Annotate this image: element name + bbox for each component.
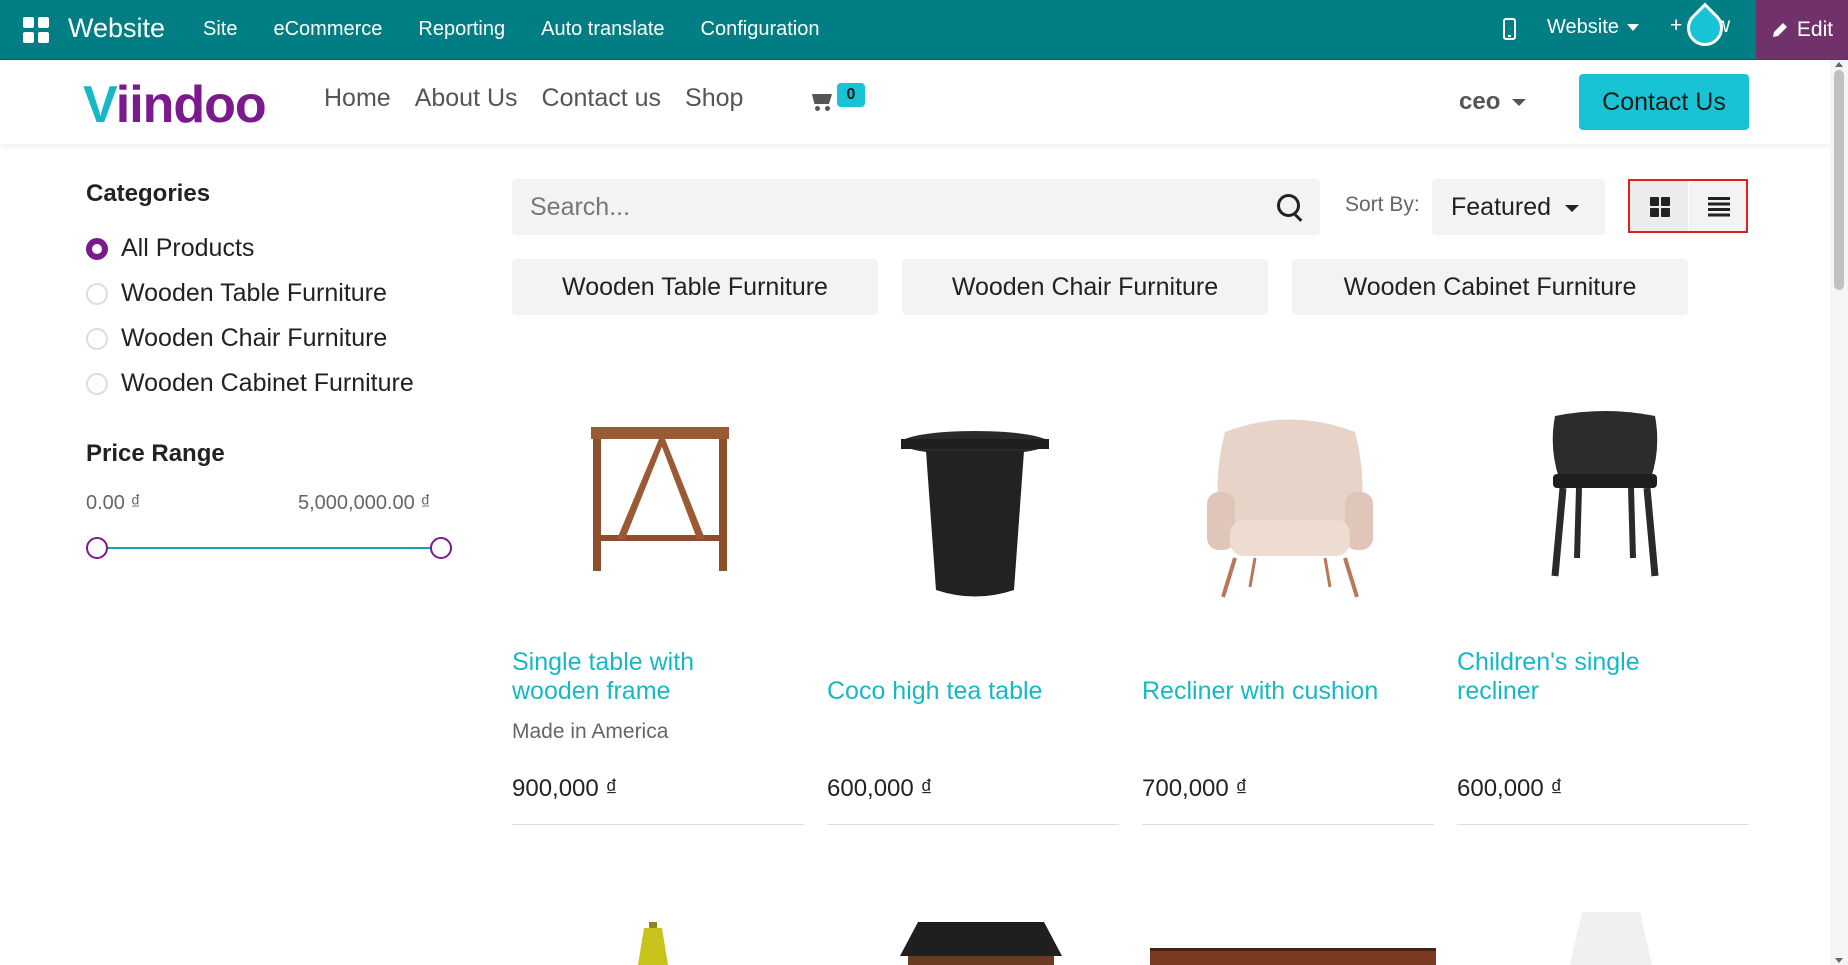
price-range-title: Price Range: [86, 440, 225, 467]
site-header: Viindoo Home About Us Contact us Shop 0 …: [0, 60, 1830, 144]
price-range-track[interactable]: [97, 547, 441, 549]
product-divider: [827, 824, 1119, 825]
sort-dropdown[interactable]: Featured: [1432, 179, 1605, 235]
list-view-button[interactable]: [1688, 181, 1746, 231]
product-image[interactable]: [1535, 408, 1675, 583]
product-image[interactable]: [1150, 948, 1436, 965]
product-image[interactable]: [900, 920, 1062, 965]
website-selector[interactable]: Website: [1547, 16, 1639, 39]
product-name[interactable]: Children's single recliner: [1457, 648, 1687, 706]
edit-button[interactable]: Edit: [1756, 0, 1848, 59]
site-nav: Home About Us Contact us Shop: [312, 84, 755, 113]
menu-item-reporting[interactable]: Reporting: [400, 18, 523, 41]
site-logo[interactable]: Viindoo: [83, 75, 267, 135]
edit-label: Edit: [1796, 17, 1834, 41]
search-input[interactable]: [530, 179, 1230, 235]
product-name[interactable]: Coco high tea table: [827, 677, 1107, 706]
nav-home[interactable]: Home: [312, 84, 403, 113]
contact-us-button[interactable]: Contact Us: [1579, 74, 1749, 130]
user-menu[interactable]: ceo: [1459, 88, 1527, 116]
pencil-icon: [1772, 22, 1787, 37]
caret-down-icon: [1565, 204, 1580, 212]
category-pill[interactable]: Wooden Chair Furniture: [902, 259, 1268, 315]
product-image[interactable]: [1570, 912, 1652, 965]
nav-shop[interactable]: Shop: [673, 84, 755, 113]
page-scrollbar[interactable]: [1830, 60, 1848, 965]
menu-item-ecommerce[interactable]: eCommerce: [255, 18, 400, 41]
product-divider: [1142, 824, 1434, 825]
menu-item-auto-translate[interactable]: Auto translate: [523, 18, 682, 41]
admin-navbar: Website Site eCommerce Reporting Auto tr…: [0, 0, 1848, 60]
product-image[interactable]: [890, 425, 1060, 605]
app-name[interactable]: Website: [68, 13, 165, 44]
apps-menu-icon[interactable]: [23, 17, 49, 43]
price-max: 5,000,000.00 ₫: [298, 492, 431, 514]
list-icon: [1707, 197, 1730, 217]
product-name[interactable]: Single table with wooden frame: [512, 648, 772, 706]
product-image[interactable]: [1195, 412, 1385, 602]
category-pill[interactable]: Wooden Cabinet Furniture: [1292, 259, 1688, 315]
category-option[interactable]: Wooden Chair Furniture: [86, 324, 387, 353]
product-image[interactable]: [628, 920, 678, 965]
radio-icon[interactable]: [86, 282, 108, 305]
scroll-up-icon[interactable]: [1835, 62, 1843, 67]
caret-down-icon: [1626, 24, 1639, 32]
product-description: Made in America: [512, 720, 669, 743]
cart-count-badge: 0: [837, 83, 865, 107]
category-pill[interactable]: Wooden Table Furniture: [512, 259, 878, 315]
product-price: 700,000 ₫: [1142, 775, 1248, 802]
price-range-min-handle[interactable]: [86, 537, 108, 559]
price-range-max-handle[interactable]: [430, 537, 452, 559]
product-name[interactable]: Recliner with cushion: [1142, 677, 1422, 706]
category-option[interactable]: Wooden Table Furniture: [86, 279, 387, 308]
product-price: 900,000 ₫: [512, 775, 618, 802]
category-option[interactable]: All Products: [86, 234, 254, 263]
product-price: 600,000 ₫: [827, 775, 933, 802]
price-min: 0.00 ₫: [86, 492, 141, 514]
grid-view-button[interactable]: [1630, 181, 1689, 231]
radio-icon[interactable]: [86, 372, 108, 395]
search-icon[interactable]: [1277, 194, 1300, 217]
product-image[interactable]: [575, 415, 745, 575]
cart-icon[interactable]: [810, 90, 834, 111]
radio-icon[interactable]: [86, 327, 108, 350]
menu-item-configuration[interactable]: Configuration: [683, 18, 838, 41]
product-divider: [512, 824, 804, 825]
radio-checked-icon[interactable]: [86, 237, 108, 260]
scroll-down-icon[interactable]: [1835, 958, 1843, 963]
admin-menu: Site eCommerce Reporting Auto translate …: [185, 0, 838, 59]
nav-contact-us[interactable]: Contact us: [530, 84, 674, 113]
product-search: [512, 179, 1320, 235]
mobile-preview-icon[interactable]: [1503, 18, 1516, 40]
scroll-thumb[interactable]: [1834, 70, 1844, 290]
menu-item-site[interactable]: Site: [185, 18, 255, 41]
caret-down-icon: [1512, 99, 1527, 107]
nav-about-us[interactable]: About Us: [403, 84, 530, 113]
grid-icon: [1650, 197, 1670, 217]
view-toggle: [1628, 179, 1748, 233]
category-option[interactable]: Wooden Cabinet Furniture: [86, 369, 414, 398]
categories-title: Categories: [86, 180, 211, 207]
product-divider: [1457, 824, 1749, 825]
sort-label: Sort By:: [1345, 193, 1420, 216]
product-price: 600,000 ₫: [1457, 775, 1563, 802]
